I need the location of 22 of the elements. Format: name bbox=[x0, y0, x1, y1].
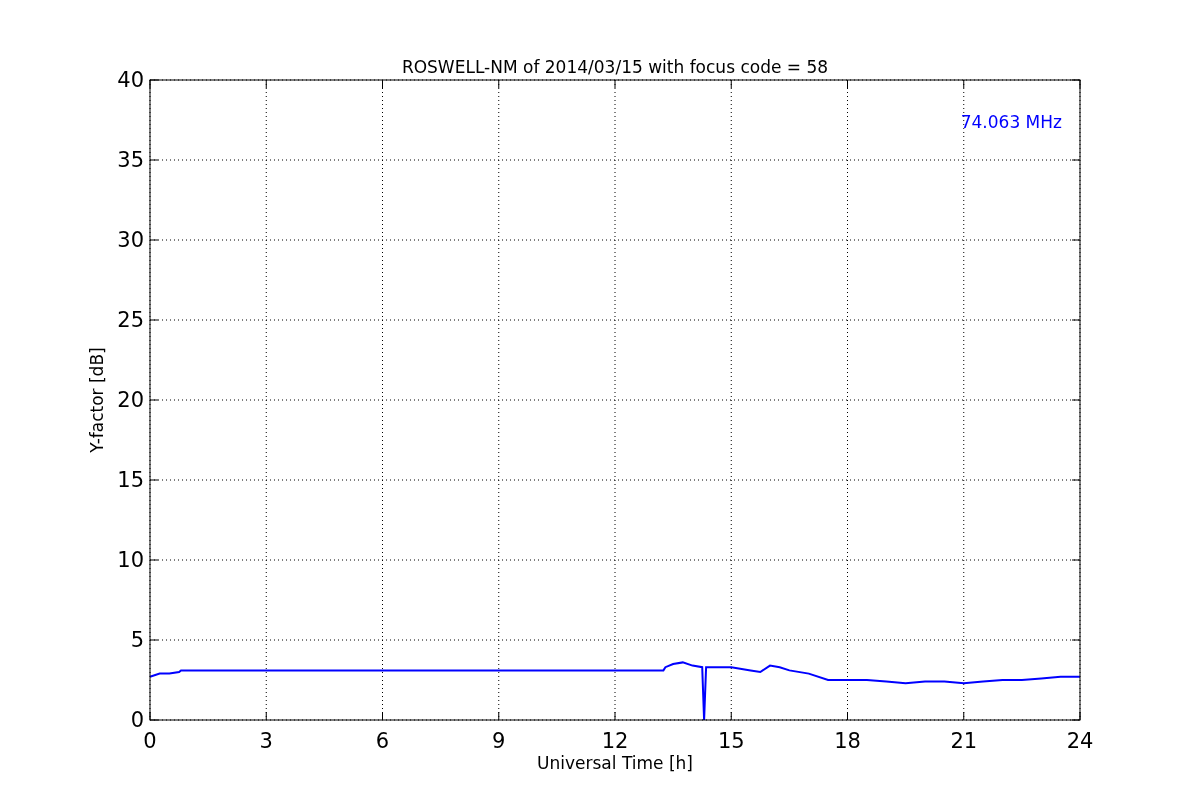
x-tick-label: 3 bbox=[259, 729, 273, 753]
y-tick-label: 10 bbox=[117, 548, 144, 572]
y-tick-label: 15 bbox=[117, 468, 144, 492]
x-tick-label: 9 bbox=[492, 729, 506, 753]
y-tick-label: 25 bbox=[117, 308, 144, 332]
y-tick-label: 40 bbox=[117, 68, 144, 92]
x-axis-label: Universal Time [h] bbox=[537, 753, 693, 773]
y-tick-label: 20 bbox=[117, 388, 144, 412]
x-tick-label: 12 bbox=[601, 729, 629, 753]
series-label: 74.063 MHz bbox=[960, 112, 1062, 132]
x-tick-label: 24 bbox=[1066, 729, 1094, 753]
x-tick-label: 21 bbox=[950, 729, 978, 753]
x-tick-label: 0 bbox=[143, 729, 157, 753]
x-tick-label: 15 bbox=[717, 729, 745, 753]
chart-title: ROSWELL-NM of 2014/03/15 with focus code = 58 bbox=[401, 57, 829, 77]
x-tick-label: 6 bbox=[375, 729, 390, 753]
y-tick-label: 0 bbox=[130, 708, 144, 732]
y-tick-label: 30 bbox=[117, 228, 144, 252]
x-tick-label: 18 bbox=[834, 729, 861, 753]
y-tick-label: 5 bbox=[130, 628, 144, 652]
y-axis-label: Y-factor [dB] bbox=[87, 347, 107, 453]
y-tick-label: 35 bbox=[117, 148, 144, 172]
